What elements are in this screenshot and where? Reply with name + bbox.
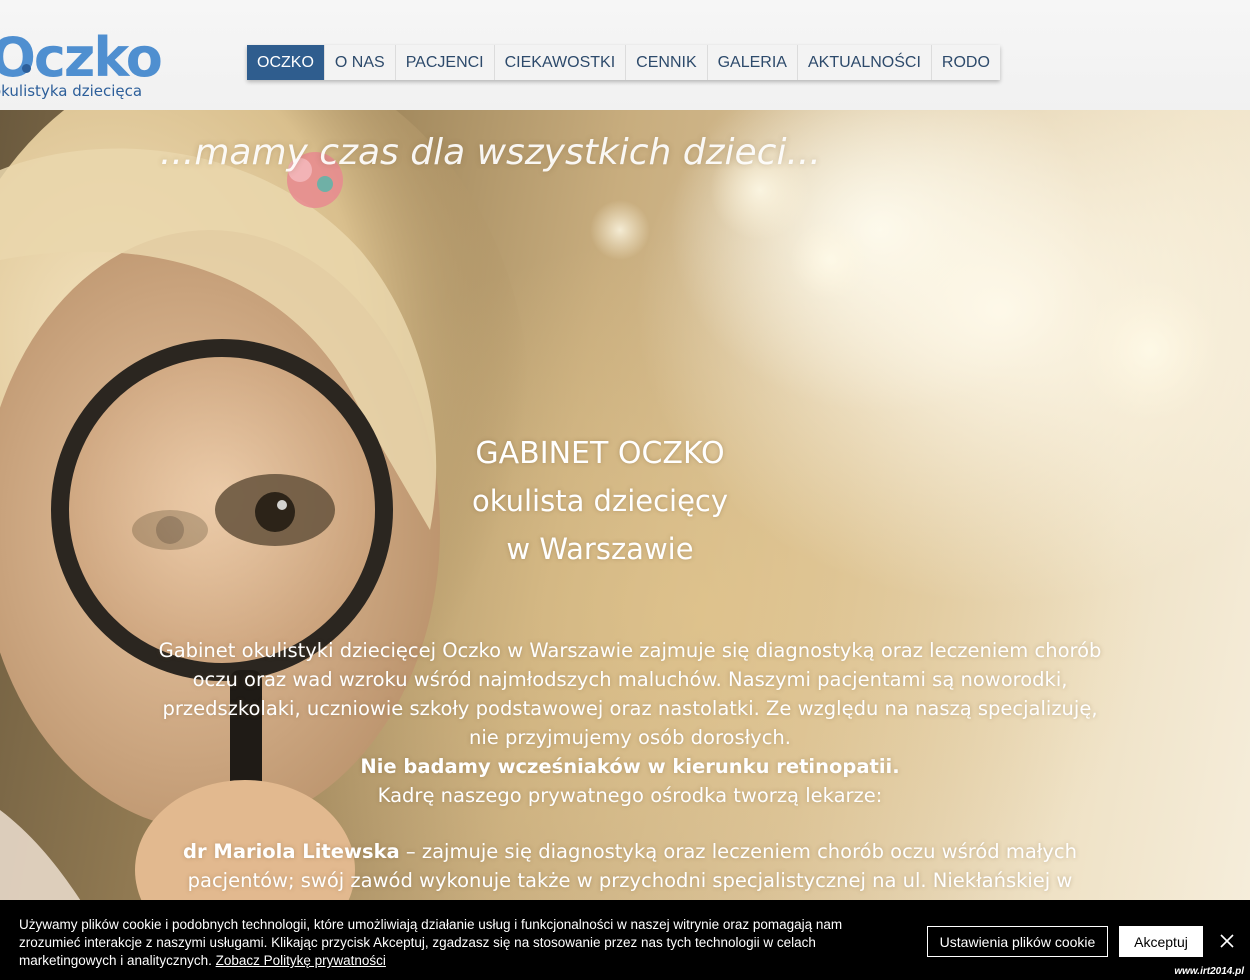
- privacy-policy-link[interactable]: Zobacz Politykę prywatności: [216, 953, 386, 968]
- nav-item-ciekawostki[interactable]: CIEKAWOSTKI: [495, 45, 627, 80]
- doctor-entry: dr Mariola Litewska – zajmuje się diagno…: [150, 837, 1110, 895]
- nav-item-aktualnosci[interactable]: AKTUALNOŚCI: [798, 45, 932, 80]
- logo-subtitle: okulistyka dziecięca: [0, 82, 143, 100]
- intro-paragraph: Gabinet okulistyki dziecięcej Oczko w Wa…: [150, 636, 1110, 810]
- cookie-consent-bar: Używamy plików cookie i podobnych techno…: [0, 900, 1250, 980]
- nav-item-pacjenci[interactable]: PACJENCI: [396, 45, 495, 80]
- logo-wordmark: Oczko: [0, 26, 163, 89]
- hero-tagline: ...mamy czas dla wszystkich dzieci...: [160, 132, 821, 173]
- hero-headline-city: w Warszawie: [506, 532, 694, 566]
- nav-item-galeria[interactable]: GALERIA: [708, 45, 798, 80]
- hero-headline-subtitle: okulista dziecięcy: [471, 484, 729, 518]
- hero-section: ...mamy czas dla wszystkich dzieci... GA…: [0, 110, 1250, 980]
- site-logo[interactable]: Oczko okulistyka dziecięca: [0, 26, 163, 104]
- site-header: Oczko okulistyka dziecięca OCZKO O NAS P…: [0, 0, 1250, 110]
- cookie-accept-button[interactable]: Akceptuj: [1119, 926, 1203, 957]
- cookie-message-text: Używamy plików cookie i podobnych techno…: [19, 917, 843, 968]
- nav-item-o-nas[interactable]: O NAS: [325, 45, 396, 80]
- intro-text: Gabinet okulistyki dziecięcej Oczko w Wa…: [158, 639, 1102, 749]
- close-icon[interactable]: [1218, 932, 1236, 950]
- main-navigation: OCZKO O NAS PACJENCI CIEKAWOSTKI CENNIK …: [247, 45, 1000, 80]
- site-watermark: www.irt2014.pl: [1174, 966, 1244, 977]
- nav-item-rodo[interactable]: RODO: [932, 45, 1000, 80]
- nav-item-cennik[interactable]: CENNIK: [626, 45, 708, 80]
- intro-notice: Nie badamy wcześniaków w kierunku retino…: [360, 755, 900, 778]
- nav-item-oczko[interactable]: OCZKO: [247, 45, 325, 80]
- hero-headline-title: GABINET OCZKO: [475, 436, 725, 471]
- intro-staff: Kadrę naszego prywatnego ośrodka tworzą …: [377, 784, 883, 807]
- cookie-message: Używamy plików cookie i podobnych techno…: [19, 916, 879, 970]
- doctor-name: dr Mariola Litewska: [183, 840, 400, 863]
- logo-eye-dot: [22, 64, 31, 73]
- cookie-settings-button[interactable]: Ustawienia plików cookie: [927, 926, 1108, 957]
